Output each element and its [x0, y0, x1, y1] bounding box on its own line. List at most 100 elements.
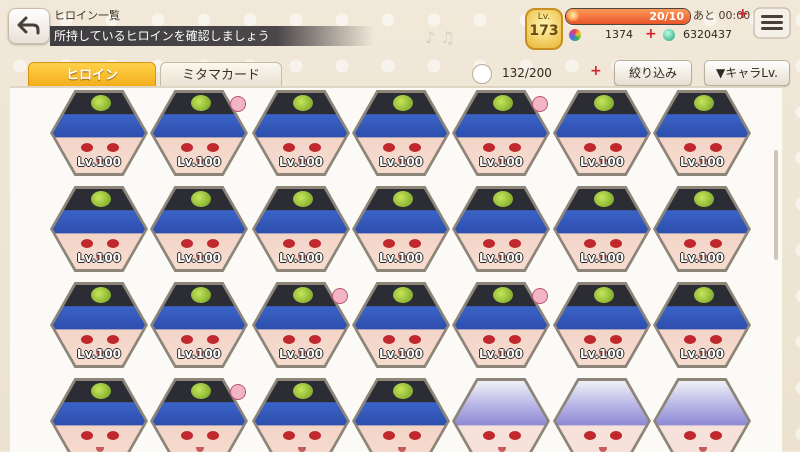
card-level: Lv.100 — [176, 347, 222, 361]
portrait-eye — [309, 143, 321, 152]
portrait-eye — [81, 335, 93, 344]
portrait-eye — [509, 431, 521, 440]
card-level: Lv.100 — [378, 347, 424, 361]
heroine-card[interactable]: Lv.100 — [150, 90, 248, 180]
heroine-card[interactable]: Lv.100 — [252, 90, 350, 180]
card-level: Lv.100 — [679, 347, 725, 361]
hat-ornament — [293, 287, 313, 303]
portrait-eye — [409, 239, 421, 248]
card-level: Lv.100 — [176, 251, 222, 265]
card-level: Lv.100 — [76, 347, 122, 361]
back-button[interactable] — [8, 8, 50, 44]
heroine-card[interactable]: Lv.100 — [452, 90, 550, 180]
heroine-card[interactable]: Lv.100 — [352, 186, 450, 276]
portrait-eye — [181, 143, 193, 152]
card-level — [372, 442, 430, 452]
portrait-eye — [509, 335, 521, 344]
heroine-card[interactable]: Lv.100 — [553, 186, 651, 276]
card-level: Lv.100 — [278, 251, 324, 265]
portrait-eye — [483, 143, 495, 152]
portrait-eye — [684, 431, 696, 440]
heroine-card[interactable]: Lv.100 — [553, 90, 651, 180]
hat-ornament — [293, 191, 313, 207]
portrait-eye — [584, 143, 596, 152]
portrait-eye — [107, 239, 119, 248]
portrait-eye — [283, 335, 295, 344]
heroine-card[interactable]: Lv.100 — [50, 90, 148, 180]
scrollbar[interactable] — [774, 150, 778, 260]
hat-ornament — [293, 383, 313, 399]
portrait-eye — [409, 335, 421, 344]
heroine-card[interactable] — [553, 378, 651, 452]
currency1-add-button[interactable]: + — [645, 26, 657, 42]
page-subtitle: 所持しているヒロインを確認しましょう — [50, 26, 374, 46]
card-level: Lv.100 — [579, 251, 625, 265]
heroine-card[interactable]: Lv.100 — [452, 282, 550, 372]
hat-ornament — [191, 95, 211, 111]
portrait-eye — [107, 143, 119, 152]
top-bar: ヒロイン一覧 所持しているヒロインを確認しましょう ♪ ♫ Lv. 173 20… — [0, 0, 800, 50]
card-level — [70, 442, 128, 452]
player-level: 173 — [529, 23, 559, 39]
heroine-card[interactable]: Lv.100 — [150, 186, 248, 276]
heroine-card[interactable]: Lv.100 — [653, 186, 751, 276]
card-level: Lv.100 — [278, 155, 324, 169]
menu-button[interactable] — [752, 6, 792, 40]
heroine-card[interactable]: Lv.100 — [252, 282, 350, 372]
level-label: Lv. — [537, 12, 551, 22]
portrait-eye — [409, 143, 421, 152]
heroine-card[interactable] — [50, 378, 148, 452]
heroine-card[interactable]: Lv.100 — [352, 90, 450, 180]
heroine-card[interactable]: Lv.100 — [553, 282, 651, 372]
heroine-card[interactable]: Lv.100 — [50, 186, 148, 276]
hat-ornament — [91, 383, 111, 399]
stamina-value: 20/10 — [649, 10, 684, 23]
heroine-card[interactable]: Lv.100 — [150, 282, 248, 372]
portrait-eye — [509, 239, 521, 248]
portrait-eye — [181, 431, 193, 440]
portrait-eye — [283, 431, 295, 440]
hat-ornament — [191, 191, 211, 207]
sort-button[interactable]: ▼キャラLv. — [704, 60, 790, 86]
heroine-card[interactable] — [352, 378, 450, 452]
card-level: Lv.100 — [176, 155, 222, 169]
card-level — [472, 442, 530, 452]
heroine-card[interactable]: Lv.100 — [50, 282, 148, 372]
page-header: ヒロイン一覧 所持しているヒロインを確認しましょう — [50, 8, 374, 46]
card-level: Lv.100 — [478, 155, 524, 169]
hat-ornament — [91, 287, 111, 303]
hat-ornament — [191, 383, 211, 399]
hat-ornament — [393, 383, 413, 399]
heroine-card[interactable]: Lv.100 — [653, 282, 751, 372]
heroine-card[interactable]: Lv.100 — [653, 90, 751, 180]
portrait-eye — [81, 143, 93, 152]
portrait-eye — [309, 239, 321, 248]
inventory-count: 132/200 + — [472, 62, 608, 84]
portrait-eye — [383, 431, 395, 440]
heroine-card[interactable]: Lv.100 — [252, 186, 350, 276]
card-level — [170, 442, 228, 452]
heroine-card[interactable] — [150, 378, 248, 452]
heroine-card[interactable] — [452, 378, 550, 452]
heroine-card[interactable]: Lv.100 — [452, 186, 550, 276]
portrait-eye — [684, 335, 696, 344]
green-orb-icon — [663, 29, 675, 41]
filter-button[interactable]: 絞り込み — [614, 60, 692, 86]
rainbow-gem-icon — [569, 29, 581, 41]
portrait-eye — [710, 143, 722, 152]
inventory-count-value: 132/200 — [502, 66, 552, 80]
portrait-eye — [584, 239, 596, 248]
expand-inventory-button[interactable]: + — [590, 63, 602, 79]
heroine-count-icon — [472, 64, 492, 84]
hat-ornament — [694, 287, 714, 303]
card-level: Lv.100 — [378, 155, 424, 169]
portrait-eye — [181, 335, 193, 344]
heroine-card[interactable] — [653, 378, 751, 452]
hat-ornament — [91, 95, 111, 111]
heroine-card[interactable]: Lv.100 — [352, 282, 450, 372]
portrait-eye — [684, 239, 696, 248]
hat-ornament — [493, 95, 513, 111]
heroine-card[interactable] — [252, 378, 350, 452]
favorite-lock-icon — [332, 288, 348, 304]
stamina-add-button[interactable]: + — [737, 6, 749, 22]
